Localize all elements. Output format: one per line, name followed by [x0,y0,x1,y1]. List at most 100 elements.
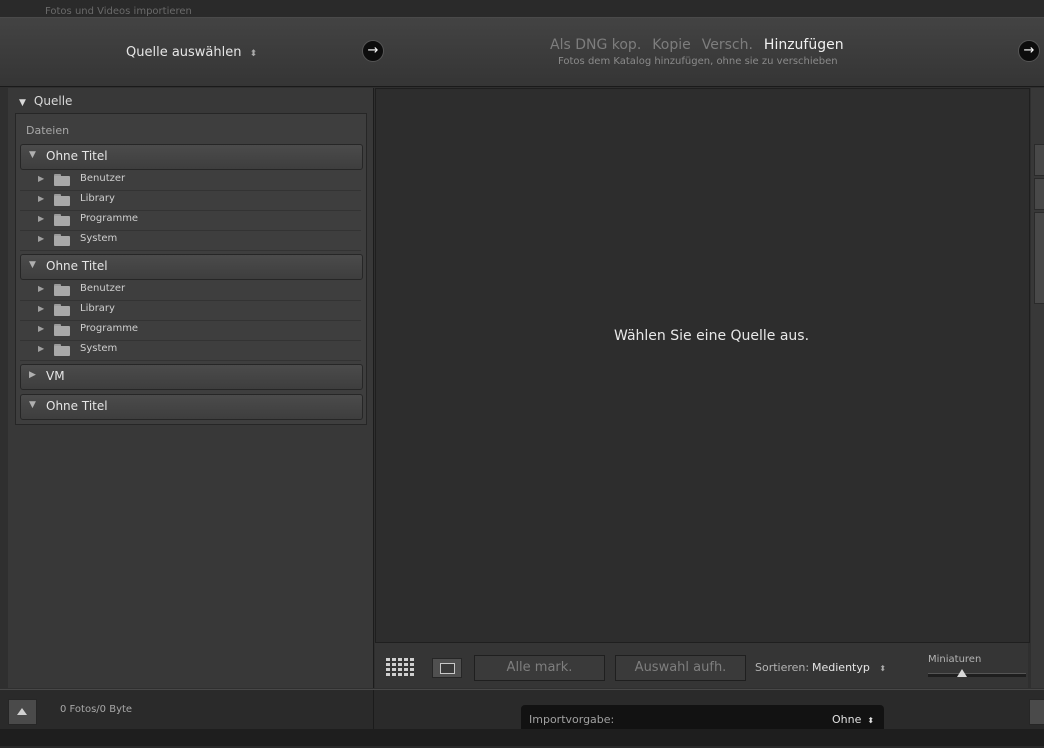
volume-item[interactable]: ▶ VM [20,364,363,390]
folder-label: System [80,343,118,354]
volume-label: Ohne Titel [46,259,108,273]
disclosure-triangle-icon: ▶ [38,194,45,203]
thumbnails-label: Miniaturen [928,654,982,665]
disclosure-triangle-icon: ▶ [38,214,45,223]
folder-icon [54,174,70,186]
check-all-button[interactable]: Alle mark. [474,655,605,681]
disclosure-triangle-icon: ▶ [38,304,45,313]
volume-label: Ohne Titel [46,149,108,163]
sort-select[interactable]: Medientyp ⬍ [812,661,886,674]
grid-cell [386,663,390,666]
volume-item[interactable]: ▼ Ohne Titel [20,254,363,280]
updown-icon: ⬍ [249,49,258,59]
right-panel-tab[interactable] [1034,144,1044,176]
folder-item[interactable]: ▶ Benutzer [20,280,361,301]
background-window-bottom [0,729,1044,746]
background-window-title: Fotos und Videos importieren [45,6,192,17]
mode-description: Fotos dem Katalog hinzufügen, ohne sie z… [558,56,838,67]
grid-cell [392,658,396,661]
volume-label: VM [46,369,65,383]
folder-item[interactable]: ▶ System [20,230,361,251]
grid-cell [386,658,390,661]
arrow-right-icon[interactable]: → [1018,40,1040,62]
folder-label: Programme [80,323,139,334]
folder-icon [54,304,70,316]
grid-cell [404,663,408,666]
folder-icon [54,194,70,206]
uncheck-all-button[interactable]: Auswahl aufh. [615,655,746,681]
thumbnail-size-slider[interactable] [928,673,1026,677]
grid-cell [410,663,414,666]
grid-cell [398,663,402,666]
folder-item[interactable]: ▶ Library [20,300,361,321]
folder-icon [54,284,70,296]
grid-cell [386,668,390,671]
loupe-view-icon[interactable] [432,658,462,678]
footer-right-button[interactable] [1029,699,1044,725]
folder-label: Library [80,303,115,314]
disclosure-triangle-icon: ▶ [38,344,45,353]
disclosure-triangle-icon: ▶ [38,284,45,293]
grid-cell [392,673,396,676]
right-panel-edge [1031,88,1044,688]
source-select[interactable]: Quelle auswählen ⬍ [126,45,257,60]
disclosure-triangle-icon: ▶ [29,370,36,380]
folder-item[interactable]: ▶ Library [20,190,361,211]
folder-label: Programme [80,213,139,224]
grid-cell [410,673,414,676]
source-panel-header[interactable]: ▼ Quelle [19,94,72,108]
import-mode-selector: Als DNG kop. Kopie Versch. Hinzufügen [550,37,855,53]
grid-cell [410,668,414,671]
grid-cell [410,658,414,661]
folder-icon [54,214,70,226]
slider-knob[interactable] [957,669,967,677]
folder-item[interactable]: ▶ Programme [20,210,361,231]
volume-item[interactable]: ▼ Ohne Titel [20,144,363,170]
up-triangle-icon[interactable] [8,699,37,725]
import-preset-value: Ohne ⬍ [832,713,875,726]
disclosure-triangle-icon: ▶ [38,324,45,333]
grid-cell [392,668,396,671]
disclosure-triangle-icon: ▶ [38,234,45,243]
folder-icon [54,324,70,336]
disclosure-triangle-icon: ▼ [29,260,36,270]
photo-count: 0 Fotos/0 Byte [60,704,133,715]
mode-3[interactable]: Hinzufügen [764,37,844,53]
disclosure-triangle-icon: ▼ [29,150,36,160]
folder-item[interactable]: ▶ Programme [20,320,361,341]
updown-icon: ⬍ [879,664,887,673]
folder-icon [54,344,70,356]
footer-divider [373,690,374,730]
source-panel-title: Quelle [33,94,73,108]
folder-label: Benutzer [80,283,126,294]
grid-cell [404,668,408,671]
grid-cell [392,663,396,666]
grid-cell [404,673,408,676]
sort-label: Sortieren: [755,661,810,674]
right-panel-tab[interactable] [1034,178,1044,210]
import-dialog: Quelle auswählen ⬍ → Als DNG kop. Kopie Ve… [0,17,1044,748]
mode-2[interactable]: Versch. [702,37,753,53]
folder-label: System [80,233,118,244]
folder-label: Library [80,193,115,204]
sort-value: Medientyp [812,661,870,674]
folder-item[interactable]: ▶ System [20,340,361,361]
disclosure-triangle-icon: ▶ [38,174,45,183]
import-preset-label: Importvorgabe: [529,713,615,726]
grid-view-icon[interactable] [386,658,416,678]
volume-label: Ohne Titel [46,399,108,413]
volume-item[interactable]: ▼ Ohne Titel [20,394,363,420]
folder-label: Benutzer [80,173,126,184]
folder-item[interactable]: ▶ Benutzer [20,170,361,191]
disclosure-triangle-icon: ▼ [19,98,26,108]
arrow-right-icon[interactable]: → [362,40,384,62]
grid-cell [398,673,402,676]
mode-1[interactable]: Kopie [652,37,690,53]
grid-cell [398,668,402,671]
preview-toolbar: Alle mark. Auswahl aufh. Sortieren: Medi… [375,643,1028,688]
right-panel-tab[interactable] [1034,212,1044,304]
empty-message: Wählen Sie eine Quelle aus. [614,328,810,344]
mode-0[interactable]: Als DNG kop. [550,37,641,53]
source-panel: ▼ Quelle Dateien ▼ Ohne Titel ▶ Benutzer ▶ Lib… [8,88,374,688]
grid-cell [404,658,408,661]
